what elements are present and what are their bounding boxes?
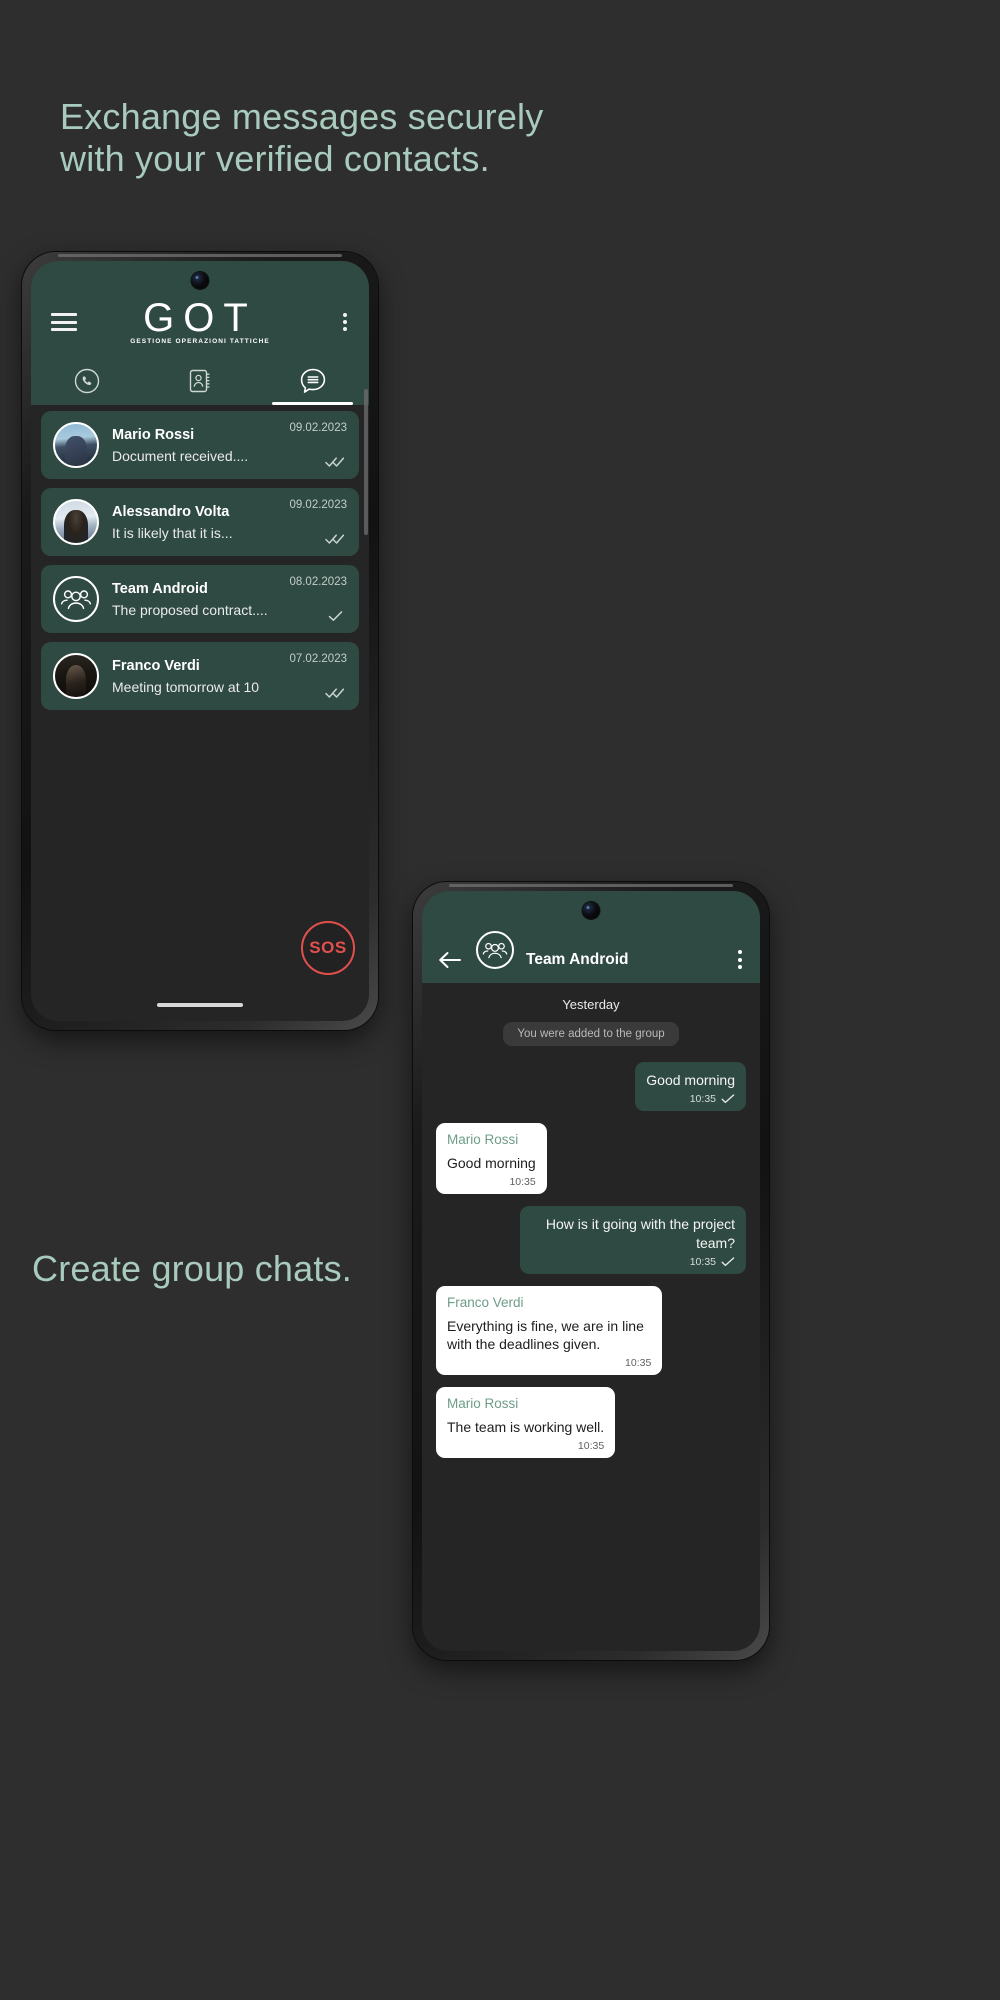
avatar <box>53 422 99 468</box>
message-text: The team is working well. <box>447 1419 605 1436</box>
message-row: Good morning 10:35 <box>436 1062 746 1112</box>
message-time: 10:35 <box>577 1440 605 1453</box>
double-check-icon <box>271 687 347 699</box>
chat-bubble-icon <box>299 367 327 395</box>
message-bubble-outgoing[interactable]: Good morning 10:35 <box>635 1062 746 1112</box>
phone-icon <box>74 368 100 394</box>
message-sender-name: Mario Rossi <box>447 1396 519 1412</box>
front-camera-icon <box>582 902 600 919</box>
message-text: Good morning <box>447 1155 536 1172</box>
chat-timestamp: 08.02.2023 <box>289 576 347 588</box>
message-bubble-incoming[interactable]: Mario Rossi Good morning 10:35 <box>436 1123 547 1195</box>
chat-contact-name: Mario Rossi <box>112 427 195 444</box>
chat-list-item[interactable]: Team Android The proposed contract.... 0… <box>41 565 359 633</box>
group-avatar-icon[interactable] <box>476 931 514 969</box>
message-row: Mario Rossi The team is working well. 10… <box>436 1387 746 1459</box>
phone-frame-speaker <box>448 884 734 887</box>
double-check-icon <box>271 533 347 545</box>
sos-button[interactable]: SOS <box>301 921 355 975</box>
message-time: 10:35 <box>689 1255 716 1268</box>
phone-frame-speaker <box>57 254 343 257</box>
chat-preview-text: The proposed contract.... <box>112 601 268 618</box>
chat-preview-text: Meeting tomorrow at 10 <box>112 678 260 695</box>
single-check-icon <box>721 1094 735 1104</box>
tab-chats[interactable] <box>256 357 369 405</box>
chat-timestamp: 09.02.2023 <box>289 499 347 511</box>
tab-contacts[interactable] <box>144 357 257 405</box>
hamburger-menu-icon[interactable] <box>51 313 77 331</box>
app-logo: GOT GESTIONE OPERAZIONI TATTICHE <box>130 296 270 346</box>
chat-list[interactable]: Mario Rossi Document received.... 09.02.… <box>31 405 369 710</box>
chat-preview-text: Document received.... <box>112 447 249 464</box>
home-indicator <box>157 1003 243 1007</box>
arrow-left-icon[interactable] <box>438 951 462 969</box>
phone-mockup-chat-list: GOT GESTIONE OPERAZIONI TATTICHE Mario R… <box>22 252 378 1030</box>
headline-top: Exchange messages securely with your ver… <box>60 96 544 180</box>
message-bubble-outgoing[interactable]: How is it going with the project team? 1… <box>519 1206 746 1274</box>
app-logo-subtitle: GESTIONE OPERAZIONI TATTICHE <box>130 338 270 346</box>
message-sender-name: Mario Rossi <box>447 1132 519 1148</box>
message-text: Everything is fine, we are in line with … <box>447 1317 644 1352</box>
double-check-icon <box>271 456 347 468</box>
phone-mockup-conversation: Team Android Yesterday You were added to… <box>413 882 769 1660</box>
message-thread[interactable]: Yesterday You were added to the group Go… <box>422 983 760 1459</box>
chat-contact-name: Franco Verdi <box>112 658 200 675</box>
scrollbar-thumb[interactable] <box>364 389 368 535</box>
chat-list-item[interactable]: Alessandro Volta It is likely that it is… <box>41 488 359 556</box>
phone-screen-conversation: Team Android Yesterday You were added to… <box>422 891 760 1651</box>
message-time: 10:35 <box>509 1176 536 1189</box>
phone-screen-chat-list: GOT GESTIONE OPERAZIONI TATTICHE Mario R… <box>31 261 369 1021</box>
chat-timestamp: 09.02.2023 <box>289 422 347 434</box>
message-row: Franco Verdi Everything is fine, we are … <box>436 1285 746 1376</box>
kebab-menu-icon[interactable] <box>343 313 347 331</box>
chat-contact-name: Team Android <box>112 581 208 598</box>
message-text: Good morning <box>646 1072 735 1088</box>
app-logo-mark: GOT <box>143 296 257 340</box>
message-row: Mario Rossi Good morning 10:35 <box>436 1123 746 1195</box>
message-time: 10:35 <box>625 1357 652 1370</box>
message-bubble-incoming[interactable]: Franco Verdi Everything is fine, we are … <box>436 1285 663 1376</box>
single-check-icon <box>271 610 347 622</box>
kebab-menu-icon[interactable] <box>738 950 742 969</box>
system-message: You were added to the group <box>503 1022 679 1046</box>
chat-list-item[interactable]: Franco Verdi Meeting tomorrow at 10 07.0… <box>41 642 359 710</box>
message-row: How is it going with the project team? 1… <box>436 1206 746 1274</box>
group-avatar-icon <box>53 576 99 622</box>
chat-timestamp: 07.02.2023 <box>289 653 347 665</box>
chat-preview-text: It is likely that it is... <box>112 524 233 541</box>
address-book-icon <box>188 368 212 394</box>
message-sender-name: Franco Verdi <box>447 1294 524 1310</box>
message-time: 10:35 <box>689 1093 716 1106</box>
message-bubble-incoming[interactable]: Mario Rossi The team is working well. 10… <box>436 1387 616 1459</box>
message-text: How is it going with the project team? <box>545 1216 735 1251</box>
avatar <box>53 499 99 545</box>
single-check-icon <box>721 1257 735 1267</box>
front-camera-icon <box>191 272 209 289</box>
conversation-title: Team Android <box>526 951 629 968</box>
headline-bottom: Create group chats. <box>32 1248 352 1289</box>
chat-contact-name: Alessandro Volta <box>112 504 230 521</box>
tab-calls[interactable] <box>31 357 144 405</box>
promo-screenshot: Exchange messages securely with your ver… <box>0 0 1000 2000</box>
avatar <box>53 653 99 699</box>
tab-bar <box>31 357 369 405</box>
date-divider: Yesterday <box>562 997 620 1012</box>
chat-list-item[interactable]: Mario Rossi Document received.... 09.02.… <box>41 411 359 479</box>
